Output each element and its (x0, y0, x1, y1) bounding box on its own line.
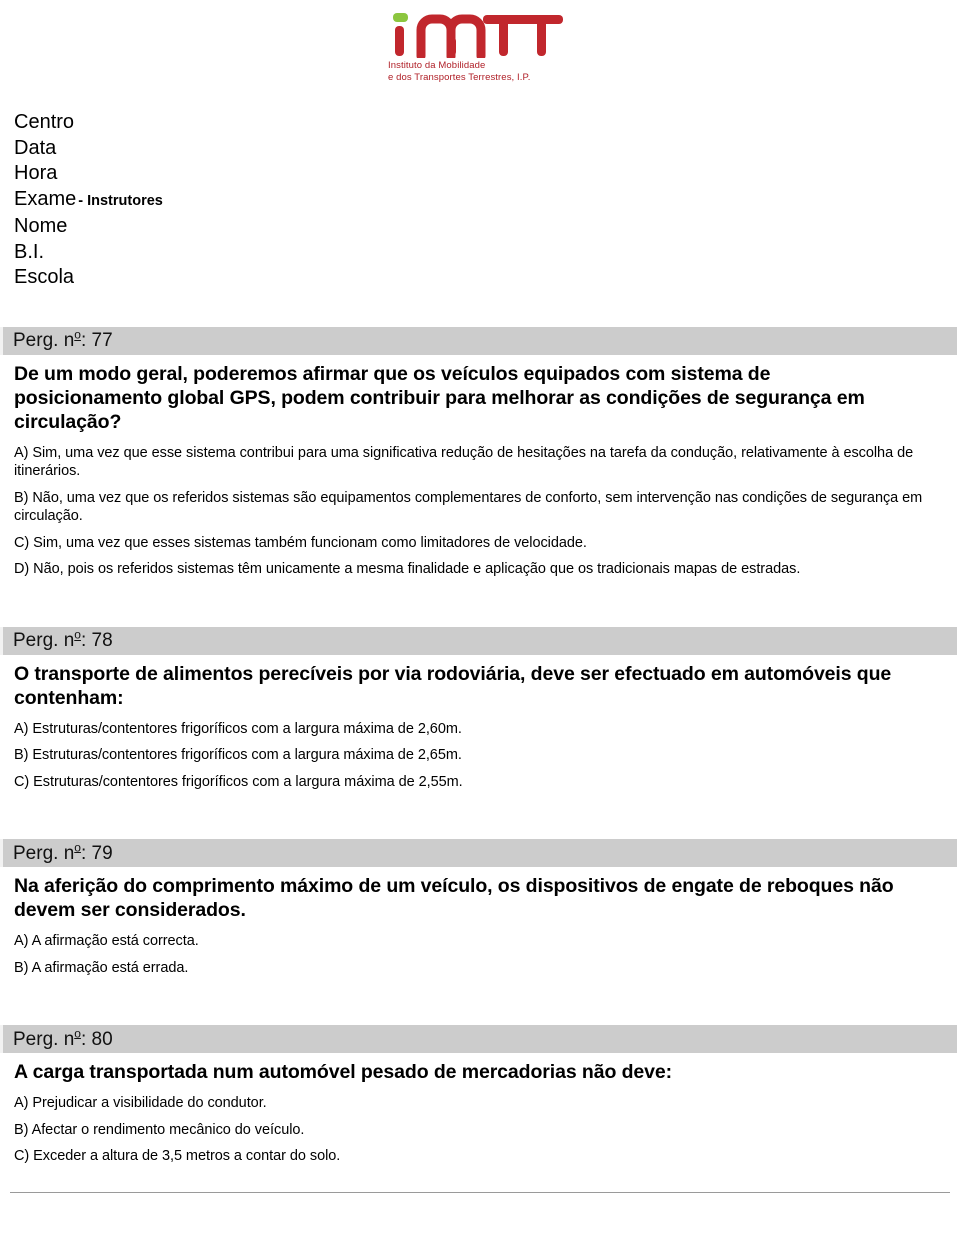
imtt-subtitle-line2: e dos Transportes Terrestres, I.P. (388, 71, 531, 83)
ordinal-indicator: o (74, 840, 81, 855)
question-text: Na aferição do comprimento máximo de um … (14, 875, 894, 921)
header-field-hora: Hora (14, 161, 960, 187)
question-number-value: : 77 (80, 330, 113, 351)
answer-list: A) A afirmação está correcta. B) A afirm… (0, 922, 960, 977)
imtt-logo: Instituto da Mobilidade e dos Transporte… (380, 10, 580, 83)
answer-option[interactable]: A) Prejudicar a visibilidade do condutor… (14, 1094, 930, 1113)
imtt-subtitle-line1: Instituto da Mobilidade (388, 60, 486, 71)
header-field-escola: Escola (14, 265, 960, 291)
header-field-label: Escola (14, 266, 75, 288)
header-field-centro: Centro (14, 110, 960, 136)
header-field-label: Exame (14, 187, 77, 210)
answer-option[interactable]: B) Estruturas/contentores frigoríficos c… (14, 746, 930, 765)
answer-option[interactable]: B) Não, uma vez que os referidos sistema… (14, 489, 930, 526)
question-number-bar: Perg. no: 78 (0, 626, 957, 655)
question-number-prefix: Perg. n (13, 1028, 75, 1050)
question-number-bar: Perg. no: 77 (0, 326, 957, 355)
answer-option[interactable]: A) Estruturas/contentores frigoríficos c… (14, 720, 930, 739)
answer-option[interactable]: C) Sim, uma vez que esses sistemas també… (14, 534, 930, 553)
question-text: O transporte de alimentos perecíveis por… (14, 662, 892, 709)
question-number-label: Perg. no: 77 (13, 327, 113, 351)
header-field-label: Nome (14, 215, 68, 237)
question-block: Perg. no: 77 De um modo geral, poderemos… (0, 326, 960, 579)
question-text: De um modo geral, poderemos afirmar que … (14, 362, 865, 433)
question-number-prefix: Perg. n (13, 630, 75, 651)
question-number-value: : 79 (80, 842, 113, 864)
document-logo-header: Instituto da Mobilidade e dos Transporte… (0, 0, 960, 102)
question-number-label: Perg. no: 79 (13, 841, 113, 864)
answer-list: A) Estruturas/contentores frigoríficos c… (0, 710, 960, 792)
question-number-bar: Perg. no: 79 (0, 839, 957, 867)
header-field-exame: Exame - Instrutores (14, 187, 960, 215)
question-block: Perg. no: 78 O transporte de alimentos p… (0, 626, 960, 792)
header-field-label: Hora (14, 162, 58, 184)
ordinal-indicator: o (74, 627, 81, 642)
answer-option[interactable]: C) Exceder a altura de 3,5 metros a cont… (14, 1147, 930, 1166)
question-number-bar: Perg. no: 80 (0, 1025, 957, 1053)
question-number-value: : 78 (80, 630, 113, 651)
header-field-label: B.I. (14, 240, 45, 263)
header-field-nome: Nome (14, 214, 960, 240)
header-field-data: Data (14, 136, 960, 162)
answer-option[interactable]: A) A afirmação está correcta. (14, 932, 930, 951)
question-number-value: : 80 (80, 1028, 113, 1050)
imtt-logo-subtitle: Instituto da Mobilidade e dos Transporte… (380, 60, 580, 83)
answer-option[interactable]: C) Estruturas/contentores frigoríficos c… (14, 773, 930, 792)
question-number-label: Perg. no: 78 (13, 627, 113, 651)
answer-option[interactable]: D) Não, pois os referidos sistemas têm u… (14, 560, 930, 579)
imtt-wordmark-icon (391, 10, 569, 61)
answer-option[interactable]: B) A afirmação está errada. (14, 959, 930, 978)
ordinal-indicator: o (74, 1026, 81, 1041)
ordinal-indicator: o (74, 327, 81, 342)
question-number-label: Perg. no: 80 (13, 1027, 113, 1050)
header-field-label: Centro (14, 111, 75, 133)
question-block: Perg. no: 80 A carga transportada num au… (0, 1025, 960, 1166)
answer-list: A) Sim, uma vez que esse sistema contrib… (0, 434, 960, 579)
question-number-prefix: Perg. n (13, 330, 75, 351)
header-field-label: Data (14, 136, 57, 159)
question-block: Perg. no: 79 Na aferição do comprimento … (0, 839, 960, 977)
answer-option[interactable]: B) Afectar o rendimento mecânico do veíc… (14, 1121, 930, 1140)
answer-list: A) Prejudicar a visibilidade do condutor… (0, 1084, 960, 1166)
header-field-exame-type: - Instrutores (78, 192, 163, 209)
page-bottom-rule (10, 1191, 950, 1193)
question-text: A carga transportada num automóvel pesad… (14, 1061, 673, 1083)
answer-option[interactable]: A) Sim, uma vez que esse sistema contrib… (14, 444, 930, 481)
exam-header-fields: Centro Data Hora Exame - Instrutores Nome… (0, 102, 960, 291)
question-number-prefix: Perg. n (13, 842, 75, 864)
header-field-bi: B.I. (14, 240, 960, 266)
